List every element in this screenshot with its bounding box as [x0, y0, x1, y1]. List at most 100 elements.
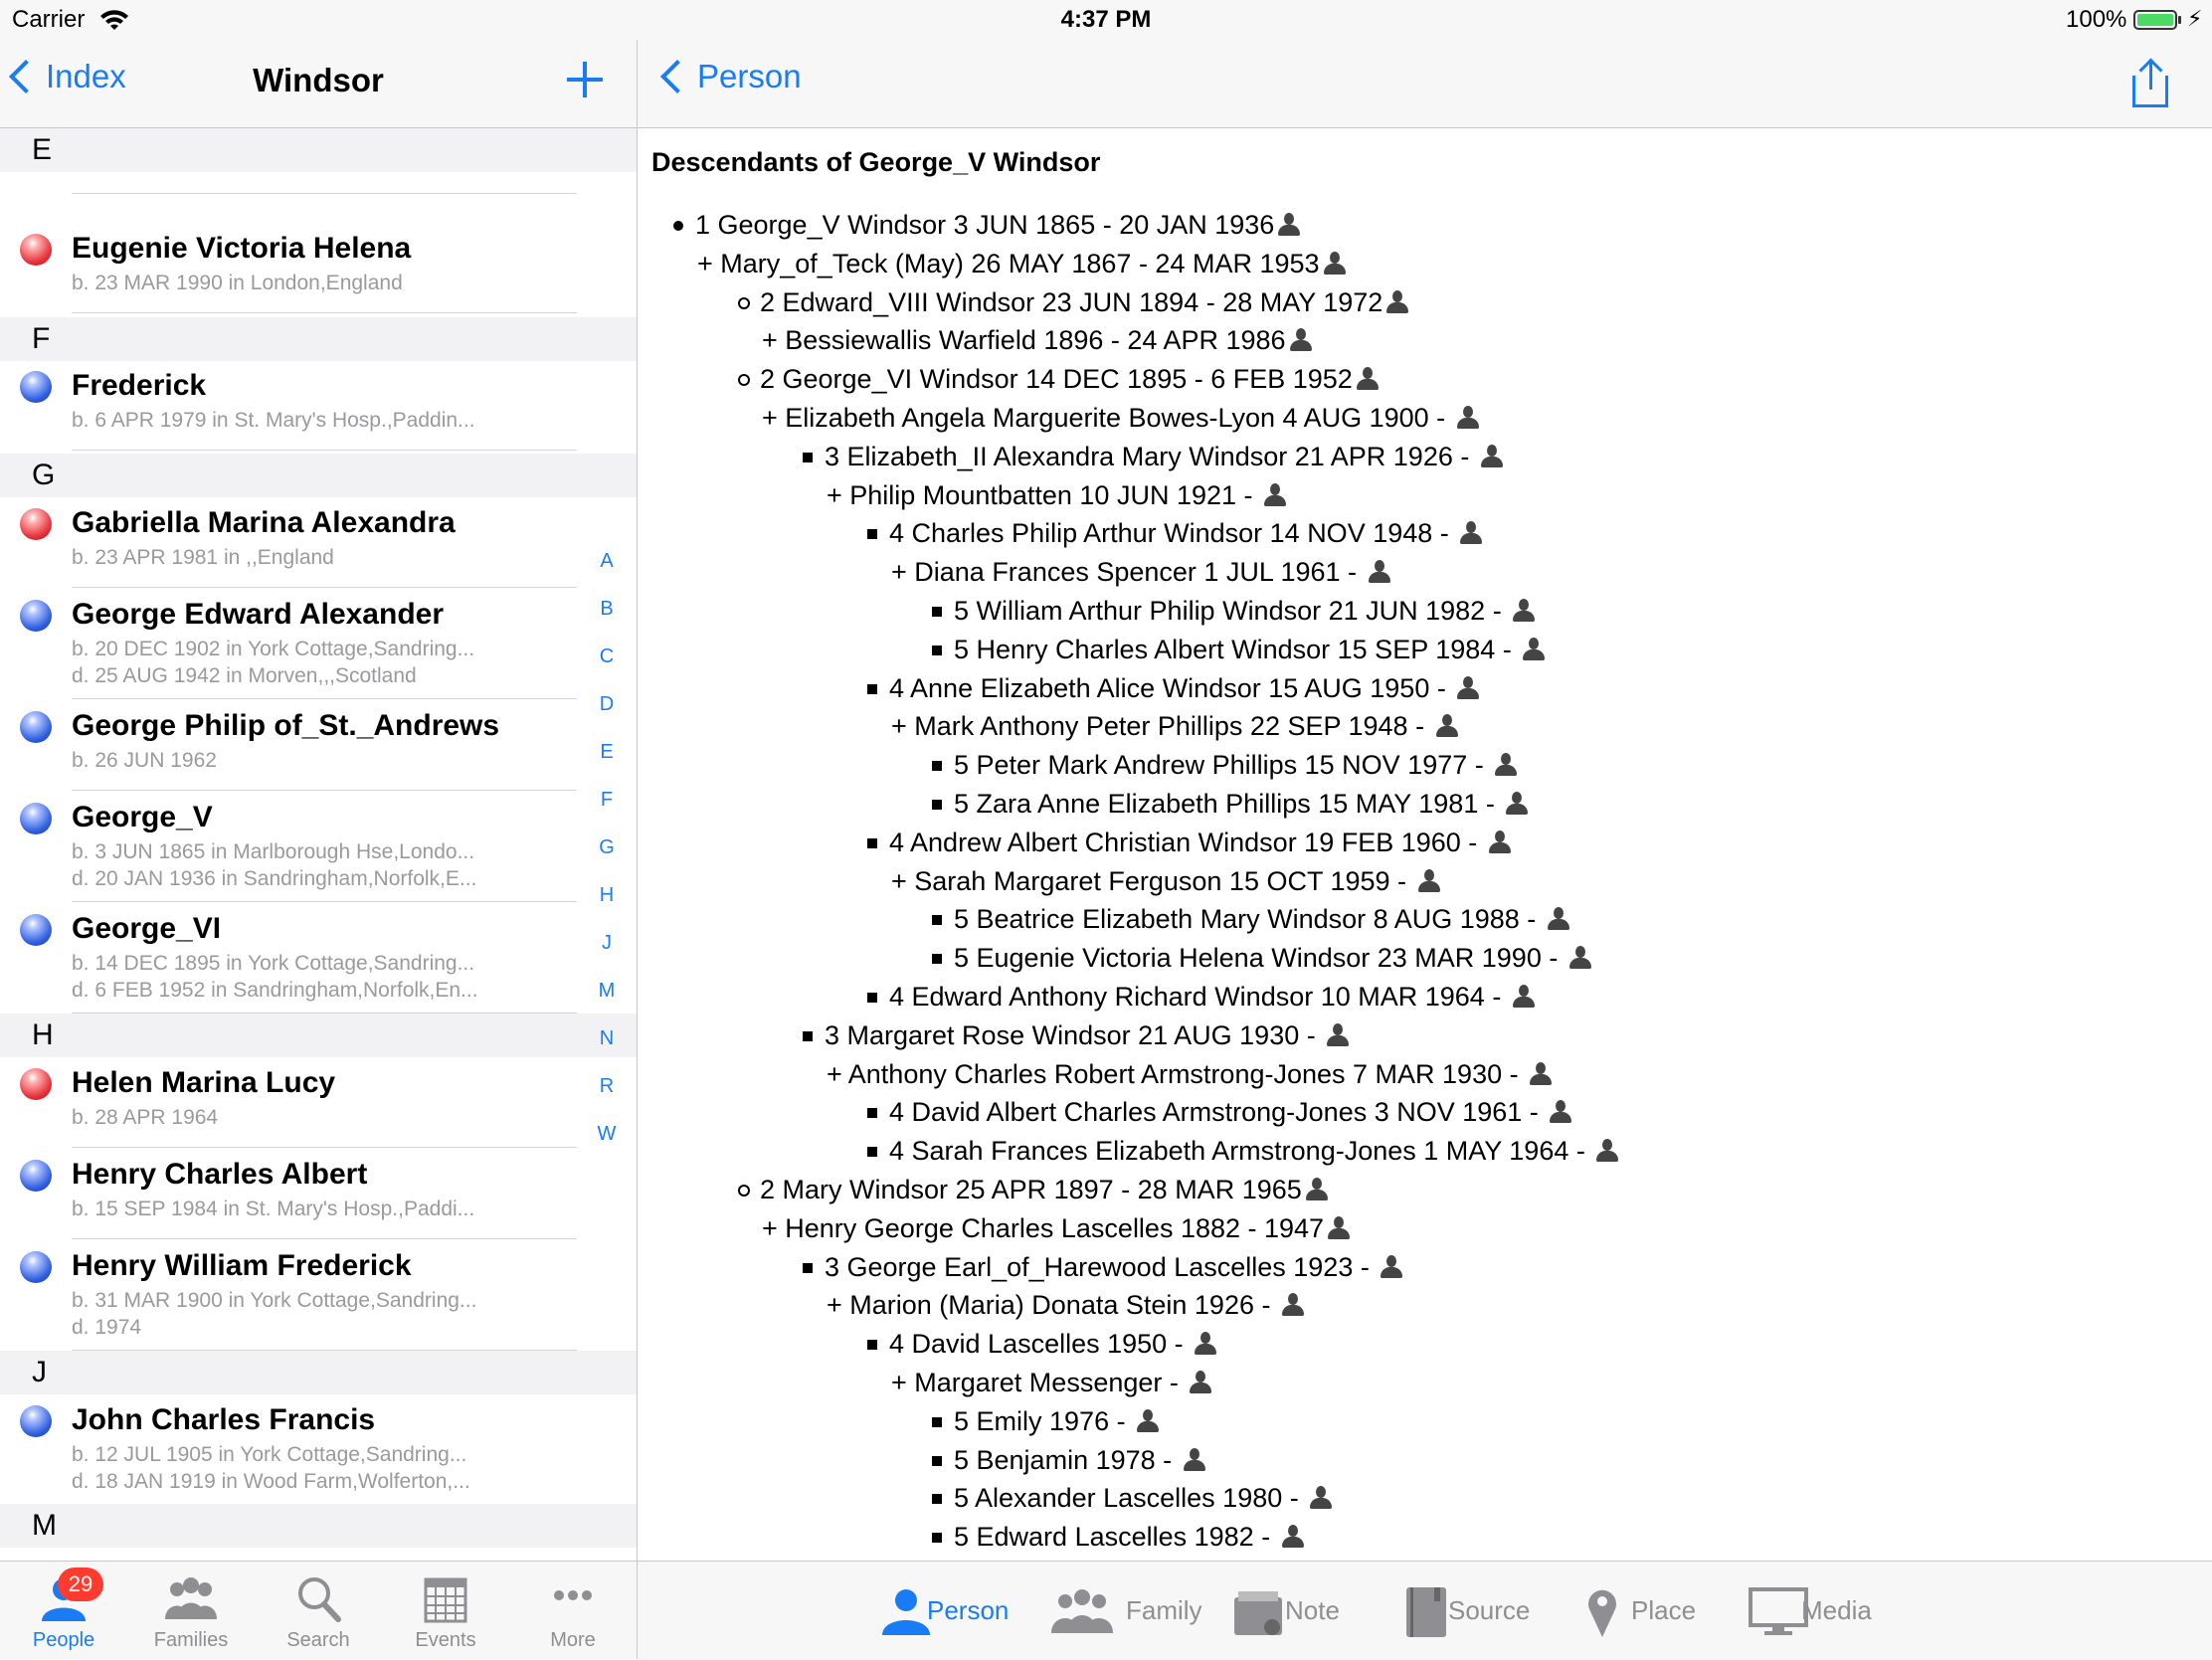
- report-line[interactable]: 4 Andrew Albert Christian Windsor 19 FEB…: [651, 824, 2203, 862]
- list-item[interactable]: George Philip of_St._Andrews b. 26 JUN 19…: [0, 699, 637, 791]
- report-line[interactable]: + Mark Anthony Peter Phillips 22 SEP 194…: [651, 707, 2203, 746]
- report-line[interactable]: 3 Margaret Rose Windsor 21 AUG 1930 -: [651, 1016, 2203, 1055]
- people-list[interactable]: b. 21 APR 1926 in 17 Bruton St.,London,W…: [0, 128, 637, 1561]
- index-letter-w[interactable]: W: [587, 1110, 627, 1158]
- person-icon[interactable]: [1594, 1138, 1620, 1164]
- person-icon[interactable]: [1182, 1447, 1207, 1473]
- tab-note[interactable]: Note: [1220, 1562, 1389, 1660]
- person-icon[interactable]: [1304, 1177, 1330, 1202]
- report-line[interactable]: 5 Edward Lascelles 1982 -: [651, 1518, 2203, 1557]
- report-line[interactable]: 4 Sarah Frances Elizabeth Armstrong-Jone…: [651, 1132, 2203, 1171]
- report-line[interactable]: 4 Edward Anthony Richard Windsor 10 MAR …: [651, 978, 2203, 1016]
- person-icon[interactable]: [1280, 1524, 1306, 1550]
- share-button[interactable]: [2132, 58, 2172, 109]
- list-item[interactable]: Gabriella Marina Alexandra b. 23 APR 1981…: [0, 496, 637, 588]
- report-line[interactable]: 5 Zara Anne Elizabeth Phillips 15 MAY 19…: [651, 785, 2203, 824]
- index-letter-h[interactable]: H: [587, 871, 627, 919]
- person-icon[interactable]: [1384, 289, 1410, 315]
- tab-family[interactable]: Family: [1037, 1562, 1206, 1660]
- report-line[interactable]: + Diana Frances Spencer 1 JUL 1961 -: [651, 553, 2203, 592]
- person-icon[interactable]: [1458, 520, 1484, 546]
- person-icon[interactable]: [1262, 482, 1288, 508]
- person-icon[interactable]: [1567, 945, 1593, 971]
- list-item[interactable]: Frederick b. 6 APR 1979 in St. Mary's Hos…: [0, 359, 637, 451]
- list-item[interactable]: George_VI b. 14 DEC 1895 in York Cottage,…: [0, 902, 637, 1014]
- report-line[interactable]: 3 Elizabeth_II Alexandra Mary Windsor 21…: [651, 438, 2203, 476]
- list-item[interactable]: Henry Charles Albert b. 15 SEP 1984 in St…: [0, 1148, 637, 1239]
- report-line[interactable]: + Margaret Messenger -: [651, 1364, 2203, 1402]
- index-letter-g[interactable]: G: [587, 824, 627, 871]
- index-letter-b[interactable]: B: [587, 585, 627, 633]
- add-person-button[interactable]: [565, 60, 605, 99]
- report-line[interactable]: 5 Emily 1976 -: [651, 1402, 2203, 1441]
- index-letter-r[interactable]: R: [587, 1062, 627, 1110]
- report-line[interactable]: 5 Alexander Lascelles 1980 -: [651, 1479, 2203, 1518]
- tab-person[interactable]: Person: [866, 1562, 1035, 1660]
- report-line[interactable]: 5 Benjamin 1978 -: [651, 1441, 2203, 1480]
- report-line[interactable]: 4 David Albert Charles Armstrong-Jones 3…: [651, 1093, 2203, 1132]
- report-line[interactable]: + Henry George Charles Lascelles 1882 - …: [651, 1209, 2203, 1248]
- report-line[interactable]: 1 George_V Windsor 3 JUN 1865 - 20 JAN 1…: [651, 206, 2203, 245]
- person-icon[interactable]: [1367, 559, 1392, 585]
- person-icon[interactable]: [1280, 1292, 1306, 1318]
- person-icon[interactable]: [1455, 405, 1481, 431]
- report-line[interactable]: 2 George_VI Windsor 14 DEC 1895 - 6 FEB …: [651, 360, 2203, 399]
- person-icon[interactable]: [1521, 637, 1547, 662]
- report-line[interactable]: 5 Peter Mark Andrew Phillips 15 NOV 1977…: [651, 746, 2203, 785]
- person-icon[interactable]: [1135, 1408, 1161, 1434]
- index-letter-n[interactable]: N: [587, 1014, 627, 1062]
- report-line[interactable]: 4 Charles Philip Arthur Windsor 14 NOV 1…: [651, 514, 2203, 553]
- report-line[interactable]: + Elizabeth Angela Marguerite Bowes-Lyon…: [651, 399, 2203, 438]
- index-letter-c[interactable]: C: [587, 633, 627, 680]
- list-item[interactable]: Henry William Frederick b. 31 MAR 1900 in…: [0, 1239, 637, 1351]
- person-icon[interactable]: [1325, 1022, 1351, 1048]
- index-letter-a[interactable]: A: [587, 537, 627, 585]
- person-icon[interactable]: [1504, 791, 1530, 817]
- tab-search[interactable]: Search: [255, 1562, 382, 1659]
- person-icon[interactable]: [1479, 444, 1505, 469]
- person-icon[interactable]: [1546, 906, 1571, 932]
- person-icon[interactable]: [1455, 675, 1481, 701]
- index-letter-d[interactable]: D: [587, 680, 627, 728]
- person-icon[interactable]: [1322, 251, 1348, 277]
- person-icon[interactable]: [1528, 1061, 1554, 1087]
- tab-more[interactable]: More: [509, 1562, 637, 1659]
- list-item[interactable]: Helen Marina Lucy b. 28 APR 1964: [0, 1056, 637, 1148]
- section-index[interactable]: ABCDEFGHJMNRW: [587, 537, 627, 1158]
- list-item[interactable]: George Edward Alexander b. 20 DEC 1902 in…: [0, 588, 637, 699]
- person-back-button[interactable]: Person: [655, 58, 802, 95]
- tab-place[interactable]: Place: [1563, 1562, 1732, 1660]
- person-icon[interactable]: [1511, 984, 1537, 1010]
- person-icon[interactable]: [1276, 212, 1302, 238]
- report-line[interactable]: + Mary_of_Teck (May) 26 MAY 1867 - 24 MA…: [651, 245, 2203, 283]
- report-line[interactable]: 5 William Arthur Philip Windsor 21 JUN 1…: [651, 592, 2203, 631]
- person-icon[interactable]: [1379, 1254, 1404, 1280]
- report-line[interactable]: + Philip Mountbatten 10 JUN 1921 -: [651, 476, 2203, 515]
- report-line[interactable]: + Sarah Margaret Ferguson 15 OCT 1959 -: [651, 862, 2203, 901]
- person-icon[interactable]: [1326, 1215, 1352, 1241]
- tab-source[interactable]: Source: [1386, 1562, 1556, 1660]
- report-line[interactable]: 3 George Earl_of_Harewood Lascelles 1923…: [651, 1248, 2203, 1287]
- report-line[interactable]: 5 Eugenie Victoria Helena Windsor 23 MAR…: [651, 939, 2203, 978]
- index-letter-f[interactable]: F: [587, 776, 627, 824]
- person-icon[interactable]: [1288, 327, 1314, 353]
- person-icon[interactable]: [1308, 1485, 1334, 1511]
- person-icon[interactable]: [1493, 752, 1519, 778]
- index-letter-m[interactable]: M: [587, 967, 627, 1014]
- report-line[interactable]: 5 Beatrice Elizabeth Mary Windsor 8 AUG …: [651, 900, 2203, 939]
- tab-media[interactable]: Media: [1739, 1562, 1908, 1660]
- index-letter-e[interactable]: E: [587, 728, 627, 776]
- tab-events[interactable]: Events: [382, 1562, 509, 1659]
- person-icon[interactable]: [1188, 1370, 1213, 1395]
- report-line[interactable]: 2 Edward_VIII Windsor 23 JUN 1894 - 28 M…: [651, 283, 2203, 322]
- report-line[interactable]: 4 David Lascelles 1950 -: [651, 1325, 2203, 1364]
- person-icon[interactable]: [1548, 1099, 1573, 1125]
- person-icon[interactable]: [1355, 366, 1381, 392]
- report-line[interactable]: 5 Henry Charles Albert Windsor 15 SEP 19…: [651, 631, 2203, 669]
- report-line[interactable]: + Anthony Charles Robert Armstrong-Jones…: [651, 1055, 2203, 1094]
- report-line[interactable]: 2 Mary Windsor 25 APR 1897 - 28 MAR 1965: [651, 1171, 2203, 1209]
- report-line[interactable]: + Bessiewallis Warfield 1896 - 24 APR 19…: [651, 321, 2203, 360]
- list-item[interactable]: John Charles Francis b. 12 JUL 1905 in Yo…: [0, 1393, 637, 1505]
- list-item[interactable]: Eugenie Victoria Helena b. 23 MAR 1990 in…: [0, 222, 637, 313]
- person-icon[interactable]: [1193, 1331, 1218, 1357]
